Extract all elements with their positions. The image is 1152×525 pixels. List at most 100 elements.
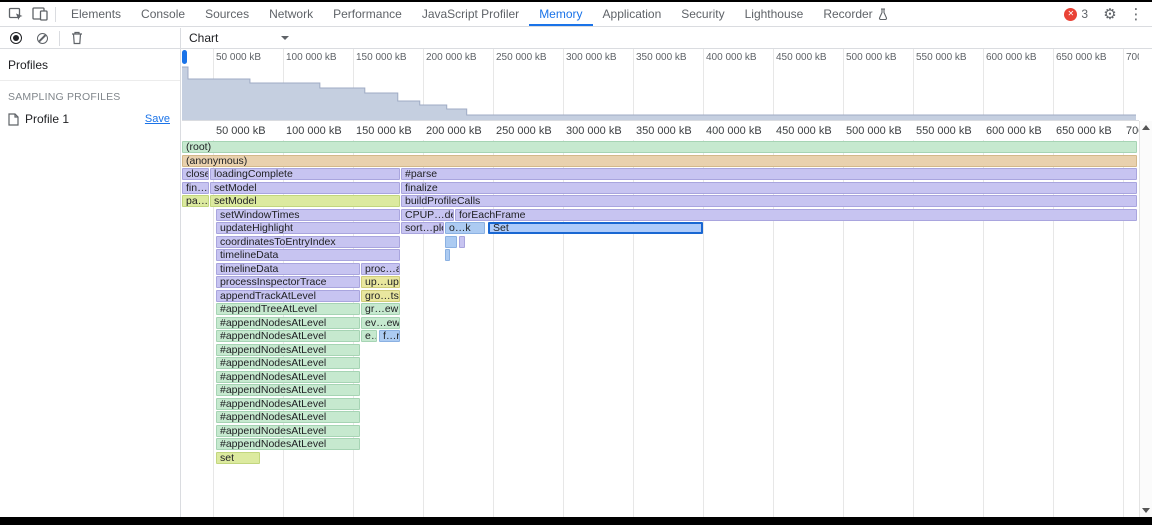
delete-profile-button[interactable] — [65, 27, 89, 49]
tab-label: Memory — [539, 7, 582, 21]
flame-bar[interactable] — [459, 236, 465, 248]
memory-size-ruler: 50 000 kB100 000 kB150 000 kB200 000 kB2… — [182, 121, 1139, 140]
ruler-tick-label: 200 000 kB — [426, 125, 482, 137]
flame-bar[interactable]: coordinatesToEntryIndex — [216, 236, 400, 248]
memory-overview-area-chart — [182, 63, 1139, 120]
flame-bar[interactable]: CPUP…del — [401, 209, 454, 221]
flame-bar[interactable]: #appendNodesAtLevel — [216, 371, 360, 383]
tab-label: Sources — [205, 7, 249, 21]
flame-bar[interactable]: gr…ew — [361, 303, 400, 315]
ruler-tick-label: 300 000 kB — [566, 125, 622, 137]
flame-bar[interactable]: e… — [361, 330, 377, 342]
flame-chart[interactable]: (root) (anonymous)closeloadingComplete#pa… — [182, 140, 1139, 517]
device-toolbar-button[interactable] — [28, 3, 52, 25]
vertical-scrollbar[interactable] — [1139, 121, 1152, 517]
tab-network[interactable]: Network — [259, 2, 323, 26]
record-heap-profile-button[interactable] — [4, 27, 28, 49]
overview-tick-label: 150 000 kB — [356, 52, 407, 63]
error-badge[interactable]: ✕ 3 — [1064, 7, 1088, 21]
flame-bar[interactable]: buildProfileCalls — [401, 195, 1137, 207]
view-mode-value: Chart — [189, 31, 218, 45]
document-icon — [8, 113, 19, 126]
device-toolbar-icon — [32, 7, 48, 21]
flame-bar[interactable]: #appendNodesAtLevel — [216, 317, 360, 329]
flame-bar[interactable]: fin…ce — [182, 182, 209, 194]
tab-memory[interactable]: Memory — [529, 2, 592, 26]
arrow-down-icon — [1142, 508, 1150, 513]
tab-performance[interactable]: Performance — [323, 2, 412, 26]
flame-bar[interactable]: proc…ata — [361, 263, 400, 275]
flame-bar[interactable]: #appendNodesAtLevel — [216, 384, 360, 396]
flame-bar[interactable]: #appendNodesAtLevel — [216, 357, 360, 369]
trash-icon — [71, 31, 83, 45]
flame-bar[interactable]: setModel — [210, 195, 400, 207]
flame-bar[interactable]: #appendNodesAtLevel — [216, 330, 360, 342]
flame-bar[interactable]: gro…ts — [361, 290, 400, 302]
flame-bar[interactable]: (root) — [182, 141, 1137, 153]
overview-tick-label: 300 000 kB — [566, 52, 617, 63]
flame-bar[interactable]: timelineData — [216, 263, 360, 275]
flame-bar[interactable]: #appendNodesAtLevel — [216, 344, 360, 356]
tab-console[interactable]: Console — [131, 2, 195, 26]
flame-bar[interactable]: up…up — [361, 276, 400, 288]
flame-bar[interactable]: o…k — [445, 222, 485, 234]
tab-javascript-profiler[interactable]: JavaScript Profiler — [412, 2, 529, 26]
flame-bar[interactable]: (anonymous) — [182, 155, 1137, 167]
flame-bar[interactable]: loadingComplete — [210, 168, 400, 180]
tab-lighthouse[interactable]: Lighthouse — [735, 2, 814, 26]
tab-application[interactable]: Application — [593, 2, 672, 26]
flame-bar[interactable]: close — [182, 168, 209, 180]
tab-security[interactable]: Security — [671, 2, 734, 26]
toolbar-separator — [59, 31, 60, 46]
flame-bar[interactable]: sort…ples — [401, 222, 444, 234]
tab-sources[interactable]: Sources — [195, 2, 259, 26]
flame-bar[interactable]: #appendTreeAtLevel — [216, 303, 360, 315]
flame-bar[interactable]: #appendNodesAtLevel — [216, 438, 360, 450]
flame-bar[interactable]: timelineData — [216, 249, 400, 261]
flame-bar[interactable]: set — [216, 452, 260, 464]
tab-label: Elements — [71, 7, 121, 21]
scroll-up-button[interactable] — [1140, 121, 1152, 134]
overview-ruler: 50 000 kB100 000 kB150 000 kB200 000 kB2… — [182, 49, 1139, 63]
scroll-down-button[interactable] — [1140, 504, 1152, 517]
clear-profiles-button[interactable] — [30, 27, 54, 49]
profile-name: Profile 1 — [25, 112, 139, 126]
tab-label: Security — [681, 7, 724, 21]
sidebar-item-profile-1[interactable]: Profile 1 Save — [0, 109, 180, 129]
overview-tick-label: 600 000 kB — [986, 52, 1037, 63]
flask-icon — [878, 8, 888, 20]
flame-bar[interactable]: ev…ew — [361, 317, 400, 329]
topbar-right-controls: ✕ 3 ⚙ ⋮ — [1064, 3, 1148, 25]
flame-bar[interactable]: #appendNodesAtLevel — [216, 398, 360, 410]
flame-bar[interactable] — [445, 249, 450, 261]
flame-bar[interactable]: #parse — [401, 168, 1137, 180]
tab-label: Network — [269, 7, 313, 21]
overview-left-grip[interactable] — [182, 50, 187, 64]
flame-bar[interactable]: #appendNodesAtLevel — [216, 411, 360, 423]
tab-label: Performance — [333, 7, 402, 21]
flame-bar[interactable]: updateHighlight — [216, 222, 400, 234]
sidebar-heading: Profiles — [0, 49, 180, 81]
settings-gear-button[interactable]: ⚙ — [1098, 3, 1122, 25]
tab-label: JavaScript Profiler — [422, 7, 519, 21]
flame-bar[interactable]: #appendNodesAtLevel — [216, 425, 360, 437]
flame-bar[interactable]: finalize — [401, 182, 1137, 194]
flame-bar[interactable]: setModel — [210, 182, 400, 194]
flame-bar[interactable]: pa…at — [182, 195, 209, 207]
flame-bar-selected[interactable]: Set — [488, 222, 703, 234]
flame-bar[interactable]: setWindowTimes — [216, 209, 400, 221]
flame-bar[interactable]: f…r — [379, 330, 400, 342]
tab-recorder[interactable]: Recorder — [813, 2, 897, 26]
flame-bar[interactable]: forEachFrame — [455, 209, 1137, 221]
more-options-button[interactable]: ⋮ — [1124, 3, 1148, 25]
memory-overview[interactable]: 50 000 kB100 000 kB150 000 kB200 000 kB2… — [182, 49, 1139, 121]
inspect-element-button[interactable] — [4, 3, 28, 25]
flame-bar[interactable] — [445, 236, 457, 248]
overview-tick-label: 350 000 kB — [636, 52, 687, 63]
flame-bar[interactable]: appendTrackAtLevel — [216, 290, 360, 302]
save-profile-link[interactable]: Save — [145, 113, 170, 125]
tab-elements[interactable]: Elements — [61, 2, 131, 26]
flame-bar[interactable]: processInspectorTrace — [216, 276, 360, 288]
view-mode-select[interactable]: Chart — [189, 31, 289, 45]
ruler-tick-label: 450 000 kB — [776, 125, 832, 137]
